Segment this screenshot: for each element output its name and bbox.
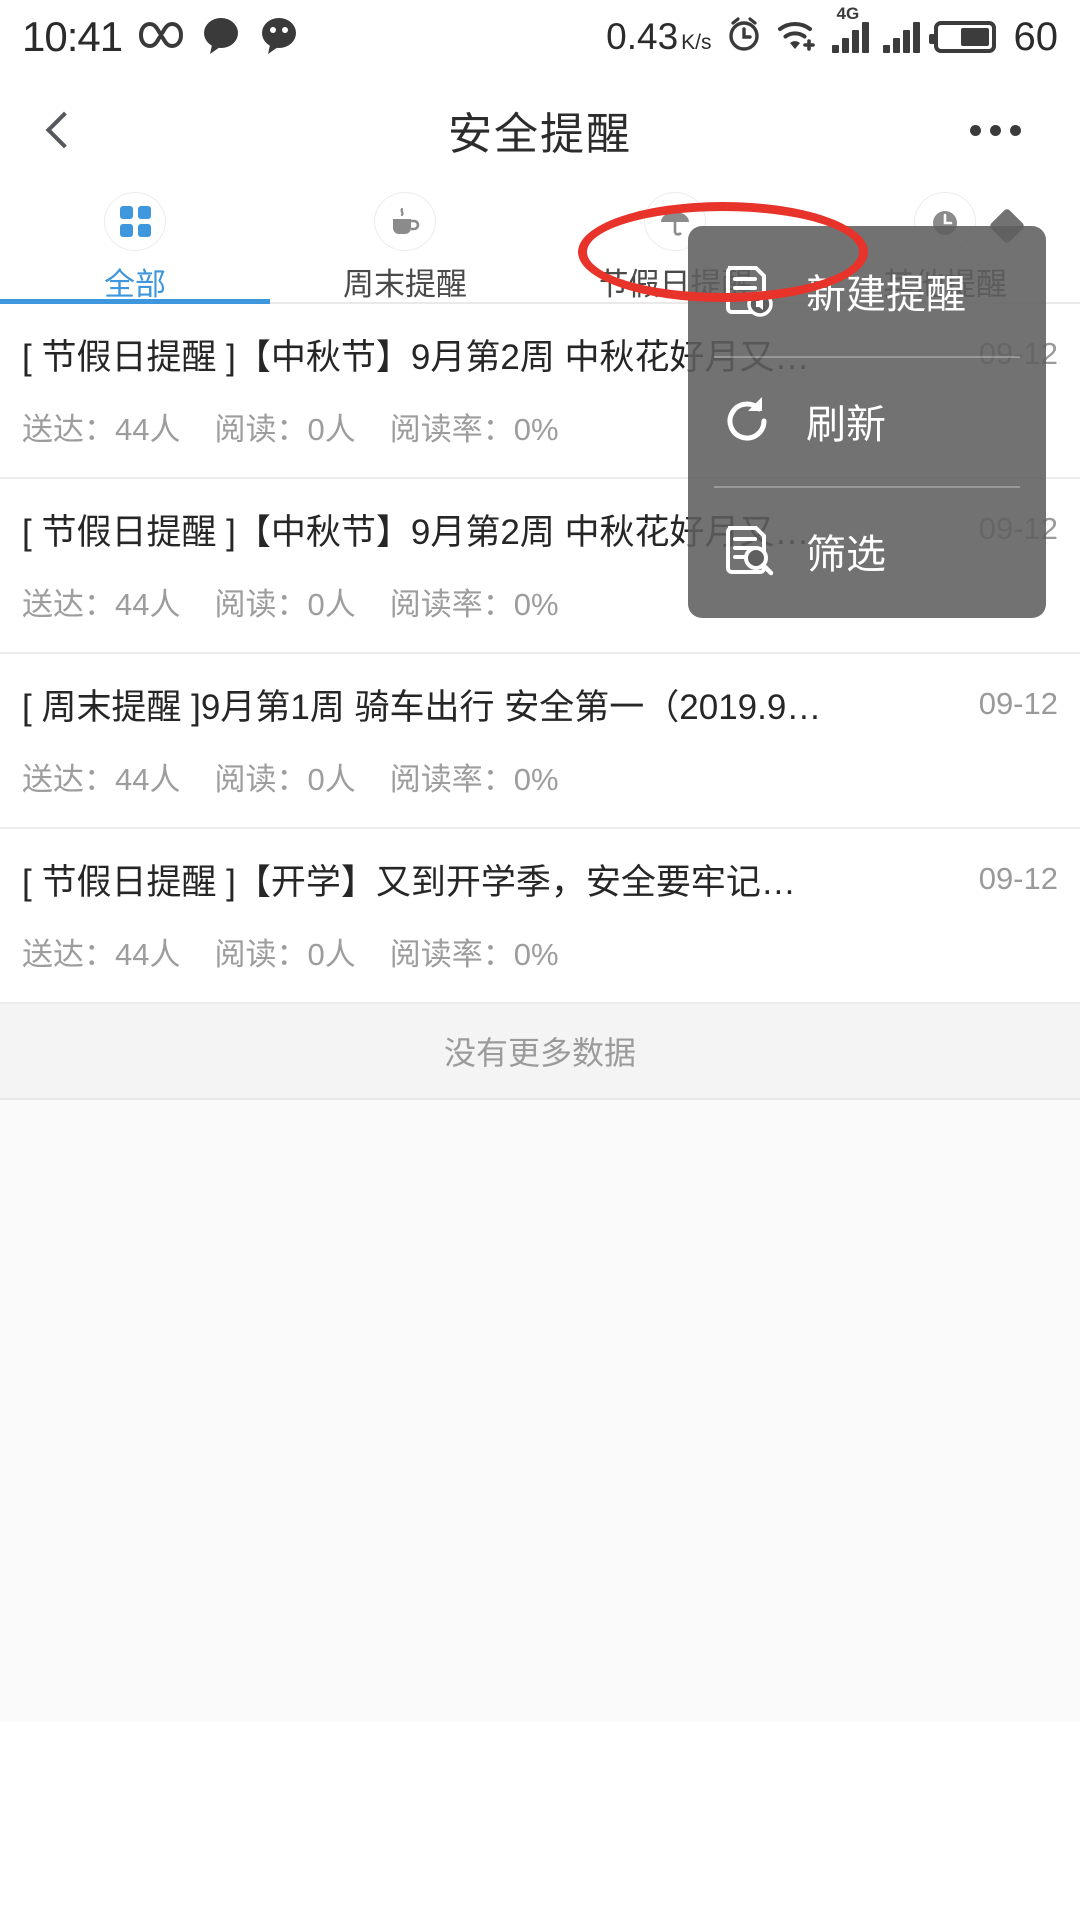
stat-delivered-value: 44人 — [115, 937, 181, 972]
network-type-label: 4G — [836, 4, 860, 23]
tab-all[interactable]: 全部 — [0, 186, 270, 304]
wifi-icon — [776, 18, 818, 57]
stat-read-rate: 阅读率：0% — [390, 754, 559, 799]
status-bar-right: 0.43 K/s 4G 60 — [606, 4, 1059, 60]
table-row[interactable]: [ 节假日提醒 ]【开学】又到开学季，安全要牢记… 09-12 送达：44人 阅… — [0, 829, 1080, 1004]
stat-delivered: 送达：44人 — [22, 929, 180, 974]
stat-read: 阅读：0人 — [214, 929, 355, 974]
filter-search-icon — [714, 518, 780, 584]
reminder-title: [ 周末提醒 ]9月第1周 骑车出行 安全第一（2019.9… — [22, 687, 822, 727]
empty-area — [0, 1100, 1080, 1722]
app-header: 安全提醒 — [0, 74, 1080, 186]
battery-level: 60 — [1013, 14, 1059, 59]
menu-item-filter[interactable]: 筛选 — [688, 486, 1046, 616]
stat-delivered: 送达：44人 — [22, 754, 180, 799]
page-title: 安全提醒 — [448, 110, 632, 159]
stat-read: 阅读：0人 — [214, 579, 355, 624]
stat-delivered-label: 送达： — [22, 412, 115, 447]
menu-item-new-reminder[interactable]: 新建提醒 — [688, 226, 1046, 356]
more-options-icon-dot3 — [1009, 124, 1021, 136]
back-chevron-icon — [45, 111, 83, 149]
stat-read-label: 阅读： — [214, 762, 308, 797]
menu-item-filter-label: 筛选 — [806, 533, 886, 577]
stat-read-rate-label: 阅读率： — [389, 587, 514, 622]
refresh-icon — [714, 388, 780, 454]
tab-weekend[interactable]: 周末提醒 — [270, 186, 540, 304]
stat-delivered-label: 送达： — [22, 937, 115, 972]
stat-read-rate-label: 阅读率： — [389, 412, 514, 447]
stat-read-rate-value: 0% — [513, 762, 559, 797]
stat-read-rate: 阅读率：0% — [390, 929, 559, 974]
menu-item-refresh-label: 刷新 — [806, 403, 886, 447]
list-end-message: 没有更多数据 — [0, 1004, 1080, 1100]
more-options-button[interactable] — [950, 74, 1040, 186]
reminder-date: 09-12 — [978, 686, 1058, 721]
stat-delivered-value: 44人 — [115, 587, 181, 622]
stat-read-label: 阅读： — [214, 587, 308, 622]
stat-delivered: 送达：44人 — [22, 579, 180, 624]
tab-all-label: 全部 — [104, 267, 166, 302]
stat-delivered-value: 44人 — [115, 412, 181, 447]
alarm-clock-icon — [726, 16, 762, 58]
reminder-title-row[interactable]: [ 周末提醒 ]9月第1周 骑车出行 安全第一（2019.9… 09-12 — [0, 654, 1080, 754]
signal-bars-secondary-icon — [882, 21, 920, 53]
table-row[interactable]: [ 周末提醒 ]9月第1周 骑车出行 安全第一（2019.9… 09-12 送达… — [0, 654, 1080, 829]
grid-squares-icon — [104, 192, 166, 251]
stat-read-label: 阅读： — [214, 937, 308, 972]
menu-item-new-reminder-label: 新建提醒 — [806, 273, 966, 317]
coffee-cup-icon — [374, 192, 436, 251]
reminder-date: 09-12 — [978, 861, 1058, 896]
phone-screen: 10:41 0.43 K/s 4G 60 安全提醒 全部 周末提醒 节假日提醒 … — [0, 0, 1080, 1920]
stat-read-value: 0人 — [307, 937, 356, 972]
new-reminder-icon — [714, 258, 780, 324]
wechat-icon — [258, 15, 300, 60]
reminder-stats: 送达：44人 阅读：0人 阅读率：0% — [0, 929, 1080, 1002]
stat-read-rate-label: 阅读率： — [389, 762, 514, 797]
stat-read-rate-label: 阅读率： — [389, 937, 514, 972]
stat-read-value: 0人 — [307, 412, 356, 447]
network-speed: 0.43 K/s — [606, 16, 711, 58]
status-bar: 10:41 0.43 K/s 4G 60 — [0, 0, 1080, 74]
stat-read-rate: 阅读率：0% — [390, 579, 559, 624]
more-options-icon-dot2 — [989, 124, 1001, 136]
stat-read: 阅读：0人 — [214, 404, 355, 449]
tab-weekend-label: 周末提醒 — [343, 267, 467, 302]
signal-bars-icon: 4G — [831, 4, 869, 53]
stat-delivered-value: 44人 — [115, 762, 181, 797]
stat-read-value: 0人 — [307, 587, 356, 622]
stat-read-rate-value: 0% — [513, 937, 559, 972]
reminder-title-row[interactable]: [ 节假日提醒 ]【开学】又到开学季，安全要牢记… 09-12 — [0, 829, 1080, 929]
status-time: 10:41 — [22, 13, 123, 60]
stat-delivered-label: 送达： — [22, 762, 115, 797]
stat-read-rate-value: 0% — [513, 412, 559, 447]
more-options-icon — [969, 124, 981, 136]
status-bar-left: 10:41 — [22, 13, 300, 61]
network-speed-value: 0.43 — [606, 16, 679, 57]
stat-read-label: 阅读： — [214, 412, 308, 447]
reminder-stats: 送达：44人 阅读：0人 阅读率：0% — [0, 754, 1080, 827]
stat-read: 阅读：0人 — [214, 754, 355, 799]
stat-delivered-label: 送达： — [22, 587, 115, 622]
infinity-icon — [138, 18, 184, 57]
chat-bubble-icon — [200, 15, 242, 60]
stat-read-value: 0人 — [307, 762, 356, 797]
network-speed-unit: K/s — [681, 31, 712, 54]
menu-item-refresh[interactable]: 刷新 — [688, 356, 1046, 486]
stat-read-rate-value: 0% — [513, 587, 559, 622]
stat-read-rate: 阅读率：0% — [390, 404, 559, 449]
reminder-title: [ 节假日提醒 ]【开学】又到开学季，安全要牢记… — [22, 862, 796, 902]
stat-delivered: 送达：44人 — [22, 404, 180, 449]
overflow-menu: 新建提醒 刷新 筛选 — [688, 207, 1046, 618]
back-button[interactable] — [24, 74, 104, 186]
battery-icon — [928, 21, 996, 53]
tab-active-indicator — [0, 299, 270, 304]
